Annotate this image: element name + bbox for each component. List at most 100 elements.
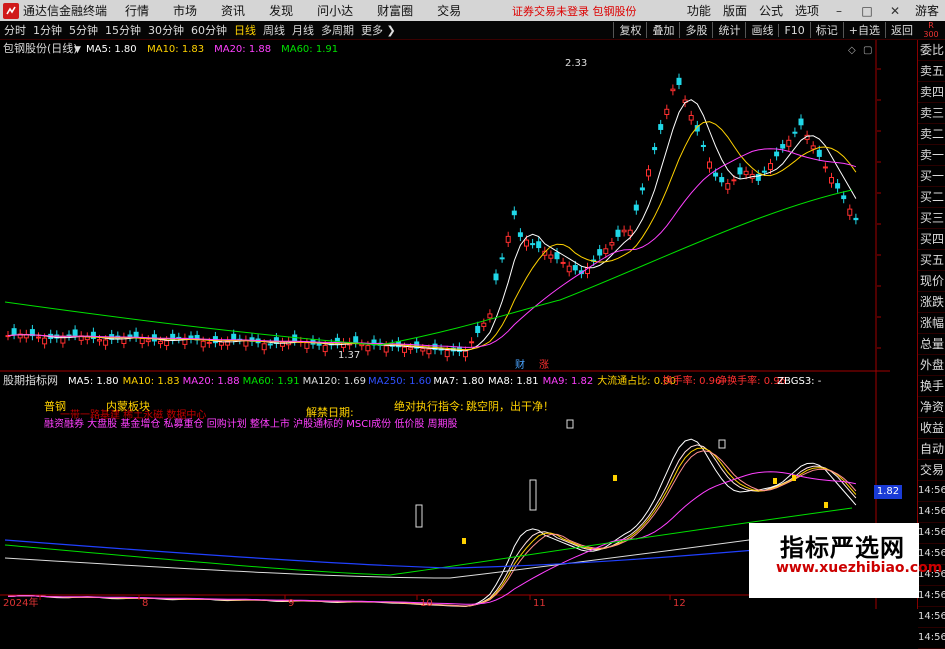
high-marker: 2.33 — [565, 58, 587, 69]
quote-field-11[interactable]: 现价 — [918, 271, 945, 292]
period-15min[interactable]: 15分钟 — [105, 22, 141, 38]
x-tick-label: 2024年 — [3, 596, 38, 609]
indicator-marker — [529, 479, 537, 511]
candle-body — [835, 183, 841, 189]
quote-field-8[interactable]: 买三 — [918, 208, 945, 229]
quote-field-6[interactable]: 买一 — [918, 166, 945, 187]
maximize-icon[interactable]: □ — [859, 4, 875, 18]
login-notice[interactable]: 证券交易未登录 包钢股份 — [512, 3, 637, 19]
quote-field-15[interactable]: 外盘 — [918, 355, 945, 376]
quote-time: 14:56 — [918, 523, 945, 544]
quote-field-3[interactable]: 卖三 — [918, 103, 945, 124]
x-tick-label: 11 — [533, 598, 546, 609]
quote-field-10[interactable]: 买五 — [918, 250, 945, 271]
period-multi[interactable]: 多周期 — [321, 22, 354, 38]
quote-field-7[interactable]: 买二 — [918, 187, 945, 208]
guest-label[interactable]: 游客 — [915, 2, 939, 19]
indicator-concepts: 融资融券 大盘股 基金增仓 私募重仓 回购计划 整体上市 沪股通标的 MSCI成… — [44, 417, 458, 430]
menu-xuanxiang[interactable]: 选项 — [795, 2, 819, 19]
btn-f10[interactable]: F10 — [778, 23, 809, 37]
quote-field-12[interactable]: 涨跌 — [918, 292, 945, 313]
quote-field-20[interactable]: 交易 — [918, 460, 945, 481]
menu-wenxiaoda[interactable]: 问小达 — [317, 2, 353, 19]
menu-gongshi[interactable]: 公式 — [759, 2, 783, 19]
period-60min[interactable]: 60分钟 — [191, 22, 227, 38]
quote-field-16[interactable]: 换手 — [918, 376, 945, 397]
menu-gongneng[interactable]: 功能 — [687, 2, 711, 19]
menu-faxian[interactable]: 发现 — [269, 2, 293, 19]
main-ma-label: MA10: 1.83 — [147, 44, 204, 55]
btn-biaoji[interactable]: 标记 — [809, 22, 843, 38]
candle-body — [597, 249, 603, 256]
quote-field-13[interactable]: 涨幅 — [918, 313, 945, 334]
quote-field-0[interactable]: 委比 — [918, 40, 945, 61]
indicator-label: MA7: 1.80 — [433, 376, 484, 387]
menu-banmian[interactable]: 版面 — [723, 2, 747, 19]
quote-field-1[interactable]: 卖五 — [918, 61, 945, 82]
candle-body — [322, 344, 328, 353]
stock-name-title: 包钢股份 — [592, 4, 637, 18]
period-daily[interactable]: 日线 — [234, 22, 256, 38]
indicator-ma-line — [7, 471, 857, 605]
period-fenshi[interactable]: 分时 — [4, 22, 26, 38]
quote-time: 14:56 — [918, 586, 945, 607]
candle-body — [353, 336, 359, 344]
quote-field-4[interactable]: 卖二 — [918, 124, 945, 145]
indicator-neimeng: 内蒙板块 — [106, 399, 150, 413]
indicator-label: MA20: 1.88 — [183, 376, 240, 387]
window-icon[interactable]: ▢ — [863, 45, 872, 56]
quote-time: 14:56 — [918, 502, 945, 523]
candle-body — [609, 242, 615, 246]
btn-huaxian[interactable]: 画线 — [745, 22, 778, 38]
period-5min[interactable]: 5分钟 — [69, 22, 98, 38]
quote-field-19[interactable]: 自动 — [918, 439, 945, 460]
minimize-icon[interactable]: – — [831, 4, 847, 18]
indicator-label: MA5: 1.80 — [68, 376, 119, 387]
candle-body — [487, 313, 493, 319]
candle-body — [231, 333, 237, 341]
quote-field-9[interactable]: 买四 — [918, 229, 945, 250]
candle-body — [719, 177, 725, 183]
indicator-signal — [792, 475, 796, 481]
btn-diejia[interactable]: 叠加 — [646, 22, 679, 38]
menu-zixun[interactable]: 资讯 — [221, 2, 245, 19]
ma-dropdown-icon[interactable]: ▼ — [74, 45, 81, 55]
btn-zixuan[interactable]: +自选 — [842, 22, 885, 38]
btn-duogu[interactable]: 多股 — [679, 22, 712, 38]
quote-field-17[interactable]: 净资 — [918, 397, 945, 418]
period-30min[interactable]: 30分钟 — [148, 22, 184, 38]
indicator-title: 股期指标网 — [3, 373, 58, 387]
menu-shichang[interactable]: 市场 — [173, 2, 197, 19]
candle-body — [530, 243, 536, 246]
btn-tongji[interactable]: 统计 — [712, 22, 745, 38]
indicator-label: MA10: 1.83 — [123, 376, 180, 387]
candle-body — [402, 346, 407, 353]
period-monthly[interactable]: 月线 — [292, 22, 314, 38]
candle-body — [164, 340, 170, 346]
indicator-marker — [566, 419, 574, 429]
quote-field-18[interactable]: 收益 — [918, 418, 945, 439]
indicator-signal — [462, 538, 466, 544]
quote-time: 14:56 — [918, 607, 945, 628]
period-more[interactable]: 更多 ❯ — [361, 22, 396, 38]
quote-field-2[interactable]: 卖四 — [918, 82, 945, 103]
period-weekly[interactable]: 周线 — [263, 22, 285, 38]
badge-cai[interactable]: 财 — [515, 358, 525, 371]
btn-fuquan[interactable]: 复权 — [613, 22, 646, 38]
candle-body — [359, 343, 365, 347]
menu-caifuquan[interactable]: 财富圈 — [377, 2, 413, 19]
menu-hangqing[interactable]: 行情 — [125, 2, 149, 19]
badge-zhang[interactable]: 涨 — [539, 359, 549, 371]
quote-field-14[interactable]: 总量 — [918, 334, 945, 355]
candle-body — [810, 145, 816, 150]
menu-jiaoyi[interactable]: 交易 — [437, 2, 461, 19]
candle-body — [426, 348, 432, 355]
corner-badge-r: R — [928, 21, 934, 30]
candle-body — [560, 261, 566, 264]
login-status[interactable]: 证券交易未登录 — [512, 5, 589, 18]
quote-field-5[interactable]: 卖一 — [918, 145, 945, 166]
settings-diamond-icon[interactable]: ◇ — [848, 45, 856, 56]
period-1min[interactable]: 1分钟 — [33, 22, 62, 38]
close-icon[interactable]: ✕ — [887, 4, 903, 18]
btn-fanhui[interactable]: 返回 — [885, 22, 918, 38]
